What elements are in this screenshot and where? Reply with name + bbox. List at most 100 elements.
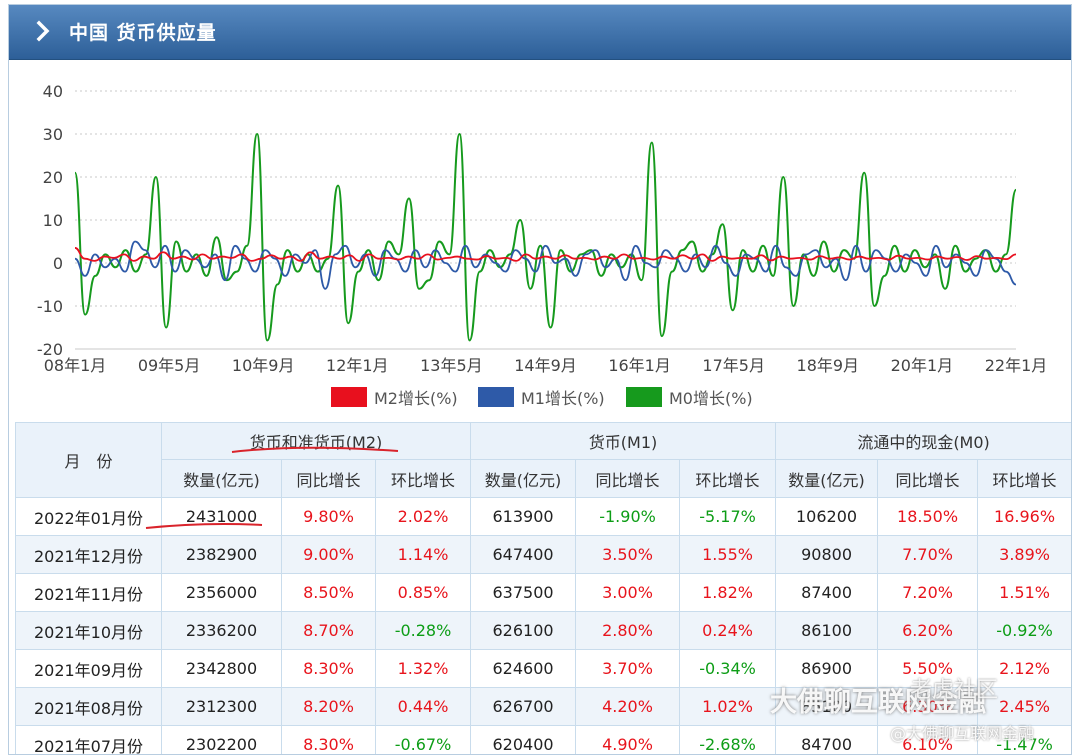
subheader-m0-mom: 环比增长 (977, 459, 1071, 498)
value-cell: -2.68% (679, 725, 777, 754)
value-cell: 18.50% (877, 497, 979, 536)
value-cell: 3.00% (575, 573, 681, 612)
value-cell: 2431000 (161, 497, 282, 536)
value-cell: 2312300 (161, 687, 282, 726)
table-row: 2022年01月份 2431000 9.80% 2.02% 613900 -1.90% -5… (15, 497, 1071, 536)
watermark-top: 老虎社区 (910, 678, 999, 703)
value-cell: 7.20% (877, 573, 979, 612)
value-cell: 2.02% (374, 497, 472, 536)
legend-label: M2增长(%) (374, 389, 458, 408)
value-cell: 8.30% (281, 649, 376, 688)
value-cell: 4.20% (575, 687, 681, 726)
y-tick-label: 20 (43, 168, 63, 187)
value-cell: 84700 (775, 725, 879, 754)
x-tick-label: 17年5月 (702, 356, 765, 375)
legend-swatch (478, 387, 514, 407)
value-cell: 8.70% (281, 611, 376, 650)
subheader-m1-amount: 数量(亿元) (470, 459, 577, 498)
value-cell: -1.90% (575, 497, 681, 536)
value-cell: 86100 (775, 611, 879, 650)
x-tick-label: 08年1月 (44, 356, 107, 375)
value-cell: 106200 (775, 497, 879, 536)
legend-swatch (626, 387, 662, 407)
legend-swatch (331, 387, 367, 407)
value-cell: 613900 (470, 497, 577, 536)
value-cell: -0.92% (977, 611, 1071, 650)
value-cell: -0.34% (679, 649, 777, 688)
value-cell: 624600 (470, 649, 577, 688)
chart-grid (75, 90, 1016, 350)
legend-label: M0增长(%) (669, 389, 753, 408)
subheader-m2-mom: 环比增长 (374, 459, 472, 498)
value-cell: 2.80% (575, 611, 681, 650)
table-row: 2021年10月份 2336200 8.70% -0.28% 626100 2.80% 0.… (15, 611, 1071, 650)
x-tick-label: 14年9月 (514, 356, 577, 375)
x-tick-label: 18年9月 (797, 356, 860, 375)
value-cell: -5.17% (679, 497, 777, 536)
month-cell: 2021年08月份 (15, 687, 162, 726)
value-cell: 4.90% (575, 725, 681, 754)
legend-label: M1增长(%) (521, 389, 605, 408)
series-line-m0 (74, 132, 1017, 342)
value-cell: 620400 (470, 725, 577, 754)
value-cell: -0.67% (374, 725, 472, 754)
value-cell: 3.70% (575, 649, 681, 688)
y-tick-label: 10 (43, 211, 63, 230)
chart-series (74, 132, 1017, 342)
month-cell: 2021年11月份 (15, 573, 162, 612)
value-cell: 1.82% (679, 573, 777, 612)
month-header: 月 份 (15, 422, 162, 498)
value-cell: 637500 (470, 573, 577, 612)
panel-header: 中国 货币供应量 (9, 5, 1071, 60)
value-cell: 2302200 (161, 725, 282, 754)
value-cell: 8.20% (281, 687, 376, 726)
value-cell: 647400 (470, 535, 577, 574)
value-cell: 8.50% (281, 573, 376, 612)
value-cell: 2342800 (161, 649, 282, 688)
x-tick-label: 20年1月 (891, 356, 954, 375)
x-tick-label: 10年9月 (232, 356, 295, 375)
watermark-bottom: @大佛聊互联网金融 (890, 724, 1035, 743)
value-cell: 626700 (470, 687, 577, 726)
y-tick-label: -10 (37, 297, 63, 316)
y-tick-label: 30 (43, 125, 63, 144)
value-cell: 0.44% (374, 687, 472, 726)
subheader-m2-yoy: 同比增长 (281, 459, 376, 498)
value-cell: 16.96% (977, 497, 1071, 536)
table-row: 2021年11月份 2356000 8.50% 0.85% 637500 3.00% 1.8… (15, 573, 1071, 612)
value-cell: 7.70% (877, 535, 979, 574)
value-cell: -0.28% (374, 611, 472, 650)
x-tick-label: 22年1月 (985, 356, 1048, 375)
value-cell: 1.55% (679, 535, 777, 574)
value-cell: 1.51% (977, 573, 1071, 612)
value-cell: 3.89% (977, 535, 1071, 574)
group-header-m1: 货币(M1) (470, 422, 777, 460)
value-cell: 1.14% (374, 535, 472, 574)
subheader-m0-amount: 数量(亿元) (775, 459, 879, 498)
month-cell: 2021年07月份 (15, 725, 162, 754)
value-cell: 0.24% (679, 611, 777, 650)
x-tick-label: 13年5月 (420, 356, 483, 375)
y-tick-label: 0 (53, 254, 63, 273)
month-cell: 2021年12月份 (15, 535, 162, 574)
x-tick-label: 12年1月 (326, 356, 389, 375)
x-tick-label: 16年1月 (608, 356, 671, 375)
value-cell: 2336200 (161, 611, 282, 650)
value-cell: 9.00% (281, 535, 376, 574)
panel-title: 中国 货币供应量 (69, 22, 217, 44)
month-cell: 2021年09月份 (15, 649, 162, 688)
chevron-right-icon[interactable] (31, 19, 55, 43)
group-header-m2: 货币和准货币(M2) (160, 422, 472, 460)
value-cell: 9.80% (281, 497, 376, 536)
value-cell: 2382900 (161, 535, 282, 574)
value-cell: 8.30% (281, 725, 376, 754)
subheader-m0-yoy: 同比增长 (877, 459, 979, 498)
subheader-m1-mom: 环比增长 (679, 459, 777, 498)
x-tick-label: 09年5月 (138, 356, 201, 375)
value-cell: 6.20% (877, 611, 979, 650)
money-supply-chart: 403020100-10-20 08年1月 09年5月 10年9月 12年1月 13年5… (37, 82, 1048, 408)
panel: 中国 货币供应量 40 30 20 10 0 -10 -20 08年1月 09年5月 10年9月… (8, 4, 1072, 755)
month-cell: 2021年10月份 (15, 611, 162, 650)
subheader-m2-amount: 数量(亿元) (161, 459, 282, 498)
value-cell: 90800 (775, 535, 879, 574)
